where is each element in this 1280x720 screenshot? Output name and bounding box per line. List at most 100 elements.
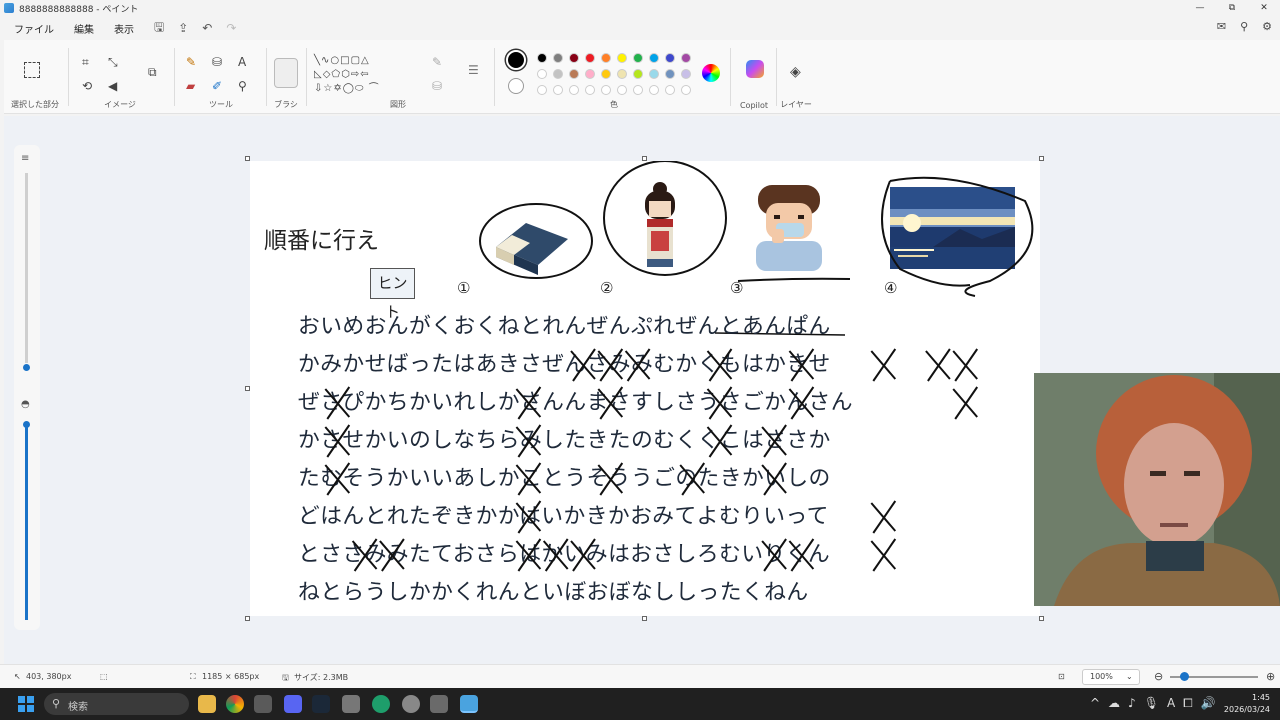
cross-mark xyxy=(761,538,787,572)
color-swatch[interactable] xyxy=(601,85,611,95)
resize-icon[interactable]: ⤡ xyxy=(108,56,118,68)
menu-view[interactable]: 表示 xyxy=(114,21,134,36)
color-swatch[interactable] xyxy=(633,53,643,63)
menu-file[interactable]: ファイル xyxy=(14,21,54,36)
color-swatch[interactable] xyxy=(553,53,563,63)
color-swatch[interactable] xyxy=(681,53,691,63)
zoom-in-icon[interactable]: ⊕ xyxy=(1266,670,1275,683)
color-swatch[interactable] xyxy=(601,53,611,63)
crop-icon[interactable]: ⌗ xyxy=(82,56,89,68)
size-knob[interactable] xyxy=(23,364,30,371)
rotate-icon[interactable]: ⟲ xyxy=(82,80,92,92)
color-swatch[interactable] xyxy=(569,69,579,79)
resize-handle[interactable] xyxy=(245,386,250,391)
color-swatch[interactable] xyxy=(585,69,595,79)
close-button[interactable]: ✕ xyxy=(1248,0,1280,16)
color-swatch[interactable] xyxy=(553,69,563,79)
settings-icon[interactable]: ⚙ xyxy=(1262,20,1272,33)
resize-handle[interactable] xyxy=(642,156,647,161)
color-swatch[interactable] xyxy=(617,53,627,63)
chrome-icon[interactable] xyxy=(226,695,244,713)
obs-icon[interactable] xyxy=(402,695,420,713)
secondary-color-swatch[interactable] xyxy=(508,78,524,94)
minimize-button[interactable]: — xyxy=(1184,0,1216,16)
title-bar: 8888888888888 - ペイント — ⧉ ✕ xyxy=(0,0,1280,16)
color-swatch[interactable] xyxy=(681,69,691,79)
start-button[interactable] xyxy=(18,696,34,712)
maximize-button[interactable]: ⧉ xyxy=(1216,0,1248,16)
undo-icon[interactable]: ↶ xyxy=(202,21,212,35)
color-swatch[interactable] xyxy=(665,85,675,95)
shape-fill-icon[interactable]: ⛁ xyxy=(432,80,442,92)
eraser-icon[interactable]: ▰ xyxy=(186,80,195,92)
cross-mark xyxy=(679,462,706,496)
fit-view-icon[interactable]: ⊡ xyxy=(1058,672,1065,681)
size-icon: ≡ xyxy=(21,153,30,164)
brush-icon[interactable] xyxy=(274,58,298,88)
file-size-icon: 🖫 xyxy=(282,673,289,682)
color-swatch[interactable] xyxy=(617,85,627,95)
app-icon[interactable] xyxy=(342,695,360,713)
discord-icon[interactable] xyxy=(284,695,302,713)
text-icon[interactable]: A xyxy=(238,56,246,68)
color-swatch[interactable] xyxy=(569,53,579,63)
select-tool-icon[interactable] xyxy=(24,62,40,78)
magnifier-icon[interactable]: ⚲ xyxy=(238,80,247,92)
resize-handle[interactable] xyxy=(1039,616,1044,621)
color-swatch[interactable] xyxy=(585,53,595,63)
color-swatch[interactable] xyxy=(649,53,659,63)
color-picker-icon[interactable]: ✐ xyxy=(212,80,222,92)
camera-icon[interactable] xyxy=(430,695,448,713)
person-picture xyxy=(1034,373,1280,606)
status-bar: ↖ 403, 380px ⬚ ⛶ 1185 × 685px 🖫 サイズ: 2.3… xyxy=(0,664,1280,688)
color-swatch[interactable] xyxy=(601,69,611,79)
color-swatch[interactable] xyxy=(681,85,691,95)
color-swatch[interactable] xyxy=(537,69,547,79)
resize-handle[interactable] xyxy=(1039,156,1044,161)
shapes-gallery[interactable]: ╲∿○□▢△ ◺◇⬠⬡⇨⇦ ⇩☆✡◯⬭ ⏜ xyxy=(314,54,410,96)
cross-mark xyxy=(870,538,897,572)
primary-color-swatch[interactable] xyxy=(506,50,526,70)
image-select-icon[interactable]: ⧉ xyxy=(148,66,157,78)
menu-bar: ファイル 編集 表示 🖫 ⇪ ↶ ↷ ✉ ⚲ ⚙ xyxy=(0,17,1280,39)
color-swatch[interactable] xyxy=(617,69,627,79)
pencil-icon[interactable]: ✎ xyxy=(186,56,196,68)
paint-taskbar-icon[interactable] xyxy=(460,695,478,713)
edge-icon[interactable] xyxy=(372,695,390,713)
resize-handle[interactable] xyxy=(245,156,250,161)
color-swatch[interactable] xyxy=(537,85,547,95)
explorer-icon[interactable] xyxy=(198,695,216,713)
color-swatch[interactable] xyxy=(569,85,579,95)
color-swatch[interactable] xyxy=(665,69,675,79)
redo-icon[interactable]: ↷ xyxy=(226,21,236,35)
color-swatch[interactable] xyxy=(633,85,643,95)
fill-icon[interactable]: ⛁ xyxy=(212,56,222,68)
color-swatch[interactable] xyxy=(553,85,563,95)
feedback-icon[interactable]: ✉ xyxy=(1217,20,1226,33)
shield-icon[interactable] xyxy=(254,695,272,713)
drawing-canvas[interactable]: 順番に行え ヒント ① ② ③ ④ おいめおんがくおくねとれんぜんぷれぜんとあん… xyxy=(250,161,1040,616)
save-icon[interactable]: 🖫 xyxy=(154,18,164,39)
color-swatch[interactable] xyxy=(585,85,595,95)
cross-mark xyxy=(515,462,542,496)
color-swatch[interactable] xyxy=(537,53,547,63)
zoom-out-icon[interactable]: ⊖ xyxy=(1154,670,1163,683)
resize-handle[interactable] xyxy=(642,616,647,621)
edit-colors-icon[interactable] xyxy=(702,64,720,82)
color-swatch[interactable] xyxy=(649,85,659,95)
outline-icon[interactable]: ✎ xyxy=(432,56,442,68)
steam-icon[interactable] xyxy=(312,695,330,713)
shape-size-icon[interactable]: ☰ xyxy=(468,64,479,76)
color-swatch[interactable] xyxy=(649,69,659,79)
color-swatch[interactable] xyxy=(665,53,675,63)
account-icon[interactable]: ⚲ xyxy=(1240,20,1248,33)
clock: 1:45 2026/03/24 xyxy=(1224,692,1270,716)
flip-icon[interactable]: ◀ xyxy=(108,80,117,92)
menu-edit[interactable]: 編集 xyxy=(74,21,94,36)
color-swatch[interactable] xyxy=(633,69,643,79)
brush-size-slider[interactable]: ≡ ◓ xyxy=(14,145,40,630)
zoom-slider-knob[interactable] xyxy=(1180,672,1189,681)
resize-handle[interactable] xyxy=(245,616,250,621)
share-icon[interactable]: ⇪ xyxy=(178,21,188,35)
taskbar-search[interactable]: ⚲ 検索 xyxy=(44,693,189,715)
